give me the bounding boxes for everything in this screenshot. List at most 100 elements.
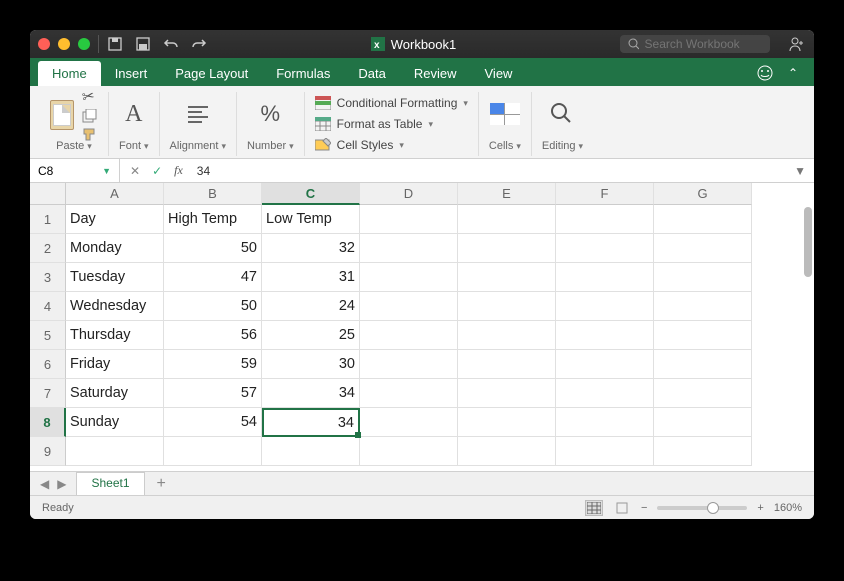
row-header[interactable]: 6 [30, 350, 66, 379]
column-header[interactable]: A [66, 183, 164, 205]
cell[interactable] [458, 292, 556, 321]
cancel-formula-icon[interactable]: ✕ [130, 164, 140, 178]
cell[interactable] [360, 350, 458, 379]
cell[interactable]: 57 [164, 379, 262, 408]
cell[interactable] [556, 437, 654, 466]
alignment-icon[interactable] [188, 106, 208, 123]
row-header[interactable]: 1 [30, 205, 66, 234]
share-icon[interactable] [788, 36, 806, 52]
column-header[interactable]: C [262, 183, 360, 205]
cell[interactable] [654, 234, 752, 263]
cell[interactable] [360, 321, 458, 350]
search-box[interactable] [620, 35, 770, 53]
cell[interactable]: 59 [164, 350, 262, 379]
row-header[interactable]: 8 [30, 408, 66, 437]
cell[interactable]: 32 [262, 234, 360, 263]
cell[interactable] [556, 263, 654, 292]
row-header[interactable]: 7 [30, 379, 66, 408]
fx-icon[interactable]: fx [174, 163, 183, 178]
cell[interactable] [654, 205, 752, 234]
cell[interactable] [556, 321, 654, 350]
redo-icon[interactable] [191, 36, 207, 52]
cell[interactable] [262, 437, 360, 466]
cell[interactable]: 31 [262, 263, 360, 292]
cell[interactable]: 50 [164, 292, 262, 321]
cell[interactable] [654, 437, 752, 466]
formula-input[interactable]: 34 [193, 164, 214, 178]
format-as-table-button[interactable]: Format as Table▾ [315, 117, 468, 131]
font-label[interactable]: Font [119, 136, 149, 156]
cell[interactable] [654, 263, 752, 292]
search-input[interactable] [645, 37, 762, 51]
number-format-icon[interactable]: % [261, 101, 281, 127]
cell[interactable]: 34 [262, 379, 360, 408]
cell[interactable]: 25 [262, 321, 360, 350]
zoom-out-button[interactable]: − [641, 502, 647, 514]
normal-view-icon[interactable] [585, 500, 603, 516]
cell[interactable]: Saturday [66, 379, 164, 408]
tab-home[interactable]: Home [38, 61, 101, 86]
column-header[interactable]: D [360, 183, 458, 205]
cell[interactable] [654, 321, 752, 350]
cell[interactable] [556, 350, 654, 379]
copy-icon[interactable] [82, 109, 98, 123]
row-header[interactable]: 9 [30, 437, 66, 466]
cell[interactable] [360, 234, 458, 263]
sheet-nav-prev-icon[interactable]: ◀ [40, 477, 49, 491]
cell[interactable]: Friday [66, 350, 164, 379]
sheet-nav-next-icon[interactable]: ▶ [57, 477, 66, 491]
cells-label[interactable]: Cells [489, 136, 521, 156]
number-label[interactable]: Number [247, 136, 294, 156]
column-header[interactable]: G [654, 183, 752, 205]
select-all-corner[interactable] [30, 183, 66, 205]
cell[interactable] [556, 234, 654, 263]
row-header[interactable]: 2 [30, 234, 66, 263]
cut-icon[interactable]: ✂ [81, 86, 100, 107]
cell[interactable] [360, 379, 458, 408]
cell[interactable] [360, 205, 458, 234]
cell[interactable] [654, 292, 752, 321]
undo-icon[interactable] [163, 36, 179, 52]
zoom-slider[interactable] [657, 506, 747, 510]
cell[interactable] [458, 263, 556, 292]
close-icon[interactable] [38, 38, 50, 50]
cell-styles-button[interactable]: Cell Styles▾ [315, 138, 468, 152]
cell[interactable] [556, 205, 654, 234]
tab-insert[interactable]: Insert [101, 61, 162, 86]
cell[interactable] [654, 408, 752, 437]
cell[interactable] [556, 379, 654, 408]
zoom-level[interactable]: 160% [774, 502, 802, 514]
add-sheet-button[interactable]: + [145, 475, 178, 493]
cell[interactable]: 30 [262, 350, 360, 379]
cell[interactable] [654, 379, 752, 408]
cell[interactable] [458, 205, 556, 234]
cell[interactable]: Thursday [66, 321, 164, 350]
row-header[interactable]: 5 [30, 321, 66, 350]
tab-formulas[interactable]: Formulas [262, 61, 344, 86]
cell[interactable] [458, 350, 556, 379]
cell[interactable]: High Temp [164, 205, 262, 234]
print-icon[interactable] [135, 36, 151, 52]
cell[interactable]: Wednesday [66, 292, 164, 321]
cell[interactable]: Day [66, 205, 164, 234]
save-icon[interactable] [107, 36, 123, 52]
cell[interactable] [458, 408, 556, 437]
cell[interactable] [360, 408, 458, 437]
cell[interactable]: 47 [164, 263, 262, 292]
expand-formula-bar-icon[interactable]: ▼ [786, 164, 814, 178]
column-header[interactable]: B [164, 183, 262, 205]
cell[interactable] [556, 408, 654, 437]
cell[interactable] [458, 321, 556, 350]
cells-icon[interactable] [490, 103, 520, 125]
cell[interactable] [360, 292, 458, 321]
cell[interactable] [360, 437, 458, 466]
row-header[interactable]: 4 [30, 292, 66, 321]
cell[interactable] [360, 263, 458, 292]
paste-label[interactable]: Paste [56, 136, 92, 156]
page-layout-view-icon[interactable] [613, 500, 631, 516]
cell[interactable]: Monday [66, 234, 164, 263]
find-icon[interactable] [549, 101, 575, 127]
sheet-tab[interactable]: Sheet1 [76, 472, 144, 495]
cell[interactable] [66, 437, 164, 466]
font-icon[interactable]: A [125, 101, 142, 128]
